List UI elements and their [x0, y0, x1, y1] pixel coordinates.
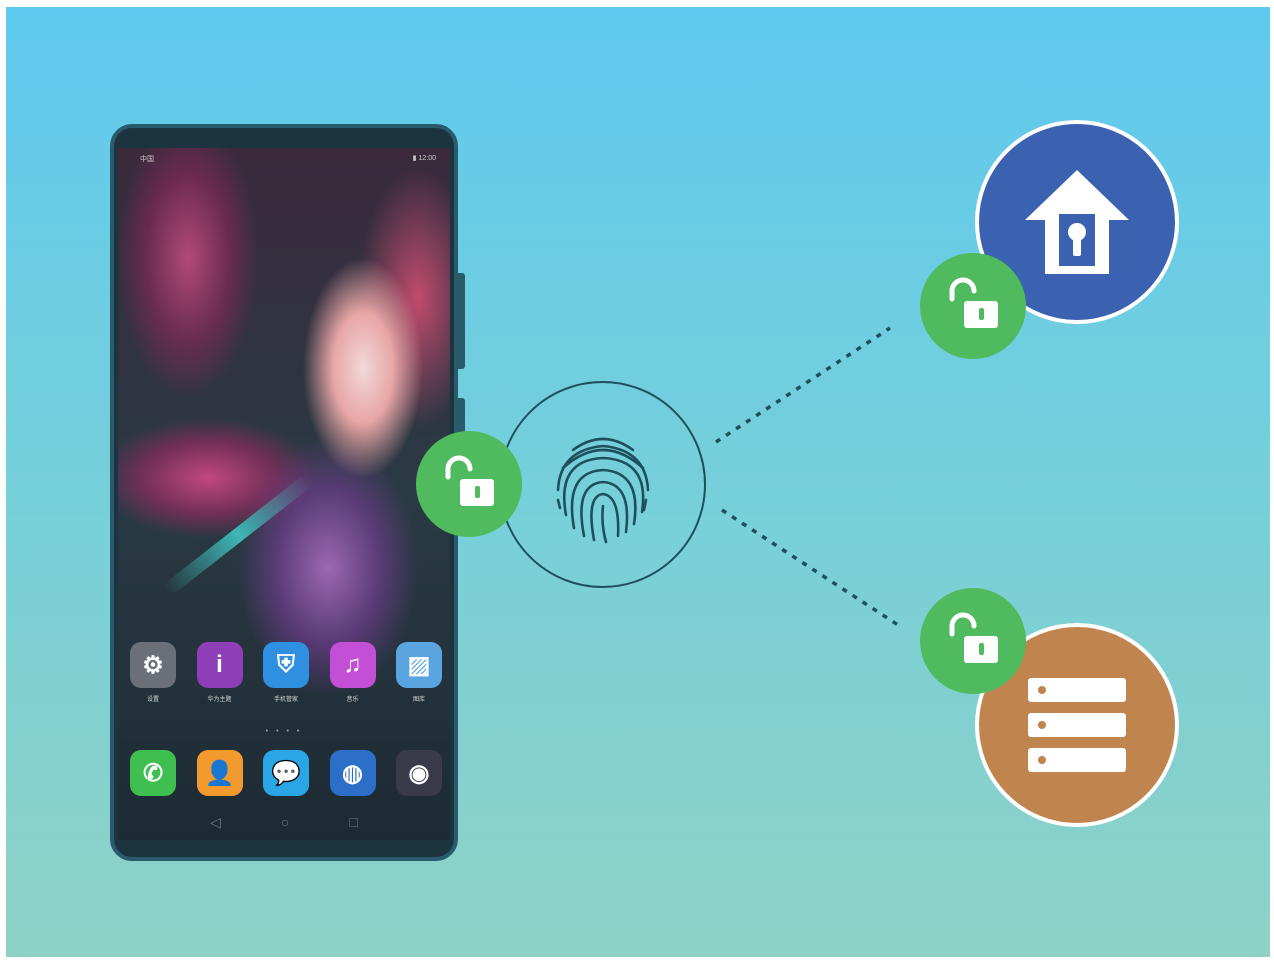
unlock-badge-phone [416, 431, 522, 537]
file-vault-icon [1028, 678, 1126, 772]
unlock-icon [949, 277, 998, 328]
connector-to-safe [715, 326, 891, 444]
unlock-badge-vault [920, 588, 1026, 694]
unlock-icon [445, 455, 494, 506]
fingerprint-sensor[interactable] [499, 381, 706, 588]
unlock-badge-safe [920, 253, 1026, 359]
fingerprint-icon [556, 437, 649, 543]
safe-lock-icon [1025, 170, 1129, 274]
unlock-icon [949, 612, 998, 663]
connector-to-vault [721, 508, 899, 627]
